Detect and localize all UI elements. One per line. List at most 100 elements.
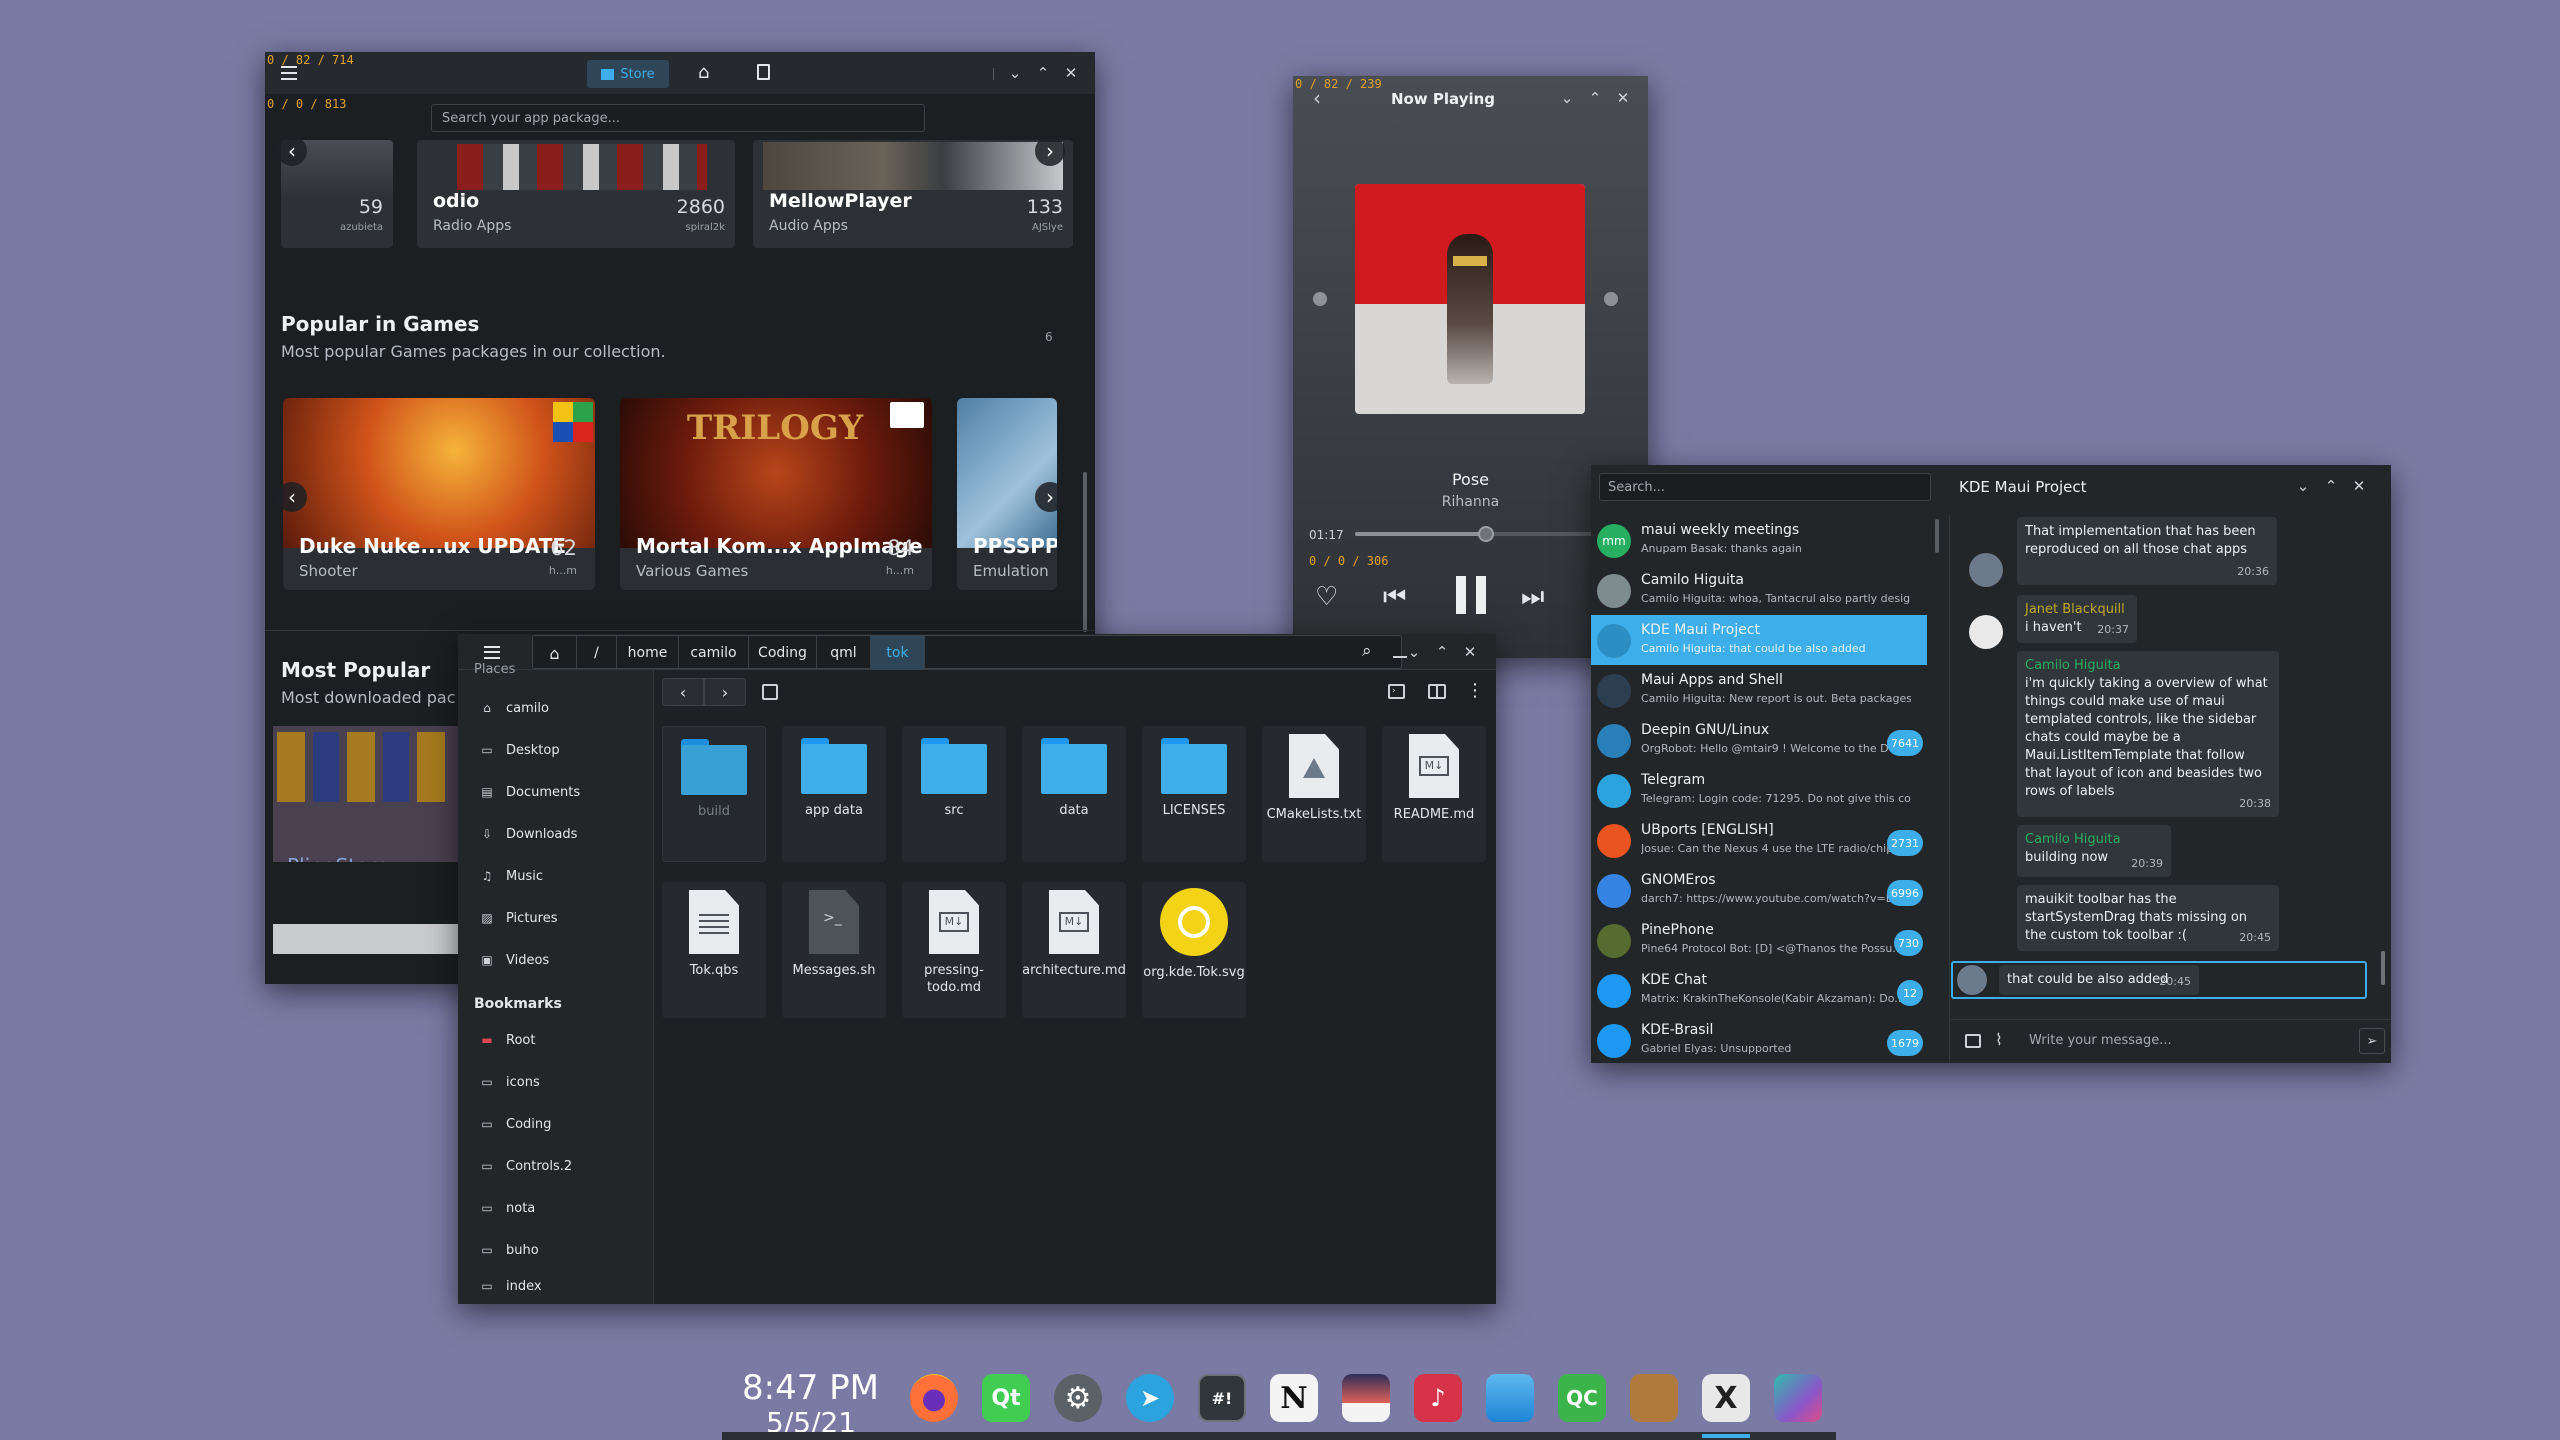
chat-list-item[interactable]: UBports [ENGLISH] Josue: Can the Nexus 4 … <box>1591 815 1927 865</box>
place-music[interactable]: ♫ Music <box>458 858 648 894</box>
chat-list-item[interactable]: KDE Chat Matrix: KrakinTheKonsole(Kabir A… <box>1591 965 1927 1015</box>
place-desktop[interactable]: ▭ Desktop <box>458 732 648 768</box>
view-mode-icon[interactable] <box>762 684 778 700</box>
message-input[interactable]: Write your message... <box>2029 1033 2172 1048</box>
terminal-toggle-icon[interactable]: › <box>1388 684 1405 699</box>
send-icon[interactable]: ➢ <box>2359 1028 2385 1054</box>
close-icon[interactable]: ✕ <box>2351 477 2367 495</box>
app-search-input[interactable]: Search your app package... <box>431 104 925 132</box>
chat-list-item[interactable]: GNOMEros darch7: https://www.youtube.com/… <box>1591 865 1927 915</box>
qt-creator-icon[interactable]: Qt <box>982 1374 1030 1422</box>
chat-list-item-selected[interactable]: KDE Maui Project Camilo Higuita: that cou… <box>1591 615 1927 665</box>
maximize-icon[interactable]: ⌃ <box>2323 477 2339 495</box>
category-card-mellowplayer[interactable]: MellowPlayer Audio Apps 133 AJSlye <box>753 140 1073 248</box>
carousel-dot-right[interactable] <box>1604 292 1618 306</box>
terminal-icon[interactable]: #! <box>1198 1374 1246 1422</box>
fm-search-icon[interactable]: ⌕ <box>1362 641 1372 661</box>
place-pictures[interactable]: ▨ Pictures <box>458 900 648 936</box>
minimize-icon[interactable]: ⌄ <box>2295 477 2311 495</box>
file-item-pressing-todo[interactable]: M↓ pressing-todo.md <box>902 882 1006 1018</box>
place-downloads[interactable]: ⇩ Downloads <box>458 816 648 852</box>
message-bubble[interactable]: Camilo Higuita building now 20:39 <box>2017 825 2171 877</box>
chat-list-item[interactable]: Camilo Higuita Camilo Higuita: whoa, Tant… <box>1591 565 1927 615</box>
bookmark-icons[interactable]: ▭ icons <box>458 1064 648 1100</box>
file-item-architecture[interactable]: M↓ architecture.md <box>1022 882 1126 1018</box>
breadcrumb-coding[interactable]: Coding <box>749 636 817 670</box>
bookmark-nota[interactable]: ▭ nota <box>458 1190 648 1226</box>
file-item-tok-qbs[interactable]: Tok.qbs <box>662 882 766 1018</box>
archive-icon[interactable] <box>1630 1374 1678 1422</box>
split-view-icon[interactable] <box>1428 684 1446 699</box>
breadcrumb-qml[interactable]: qml <box>817 636 871 670</box>
message-bubble[interactable]: Janet Blackquill i haven't 20:37 <box>2017 595 2137 643</box>
chat-search-input[interactable]: Search... <box>1599 473 1931 501</box>
next-track-icon[interactable]: ⏭ <box>1521 582 1544 613</box>
breadcrumb-edit-icon[interactable] <box>1393 644 1407 658</box>
place-documents[interactable]: ▤ Documents <box>458 774 648 810</box>
bookmark-coding[interactable]: ▭ Coding <box>458 1106 648 1142</box>
file-item-data[interactable]: data <box>1022 726 1126 862</box>
carousel-dot-left[interactable] <box>1313 292 1327 306</box>
notion-icon[interactable]: N <box>1270 1374 1318 1422</box>
minimize-icon[interactable]: ⌄ <box>1559 89 1575 107</box>
file-item-licenses[interactable]: LICENSES <box>1142 726 1246 862</box>
seek-handle[interactable] <box>1477 526 1494 542</box>
file-item-cmakelists[interactable]: CMakeLists.txt <box>1262 726 1366 862</box>
chat-list-item[interactable]: Deepin GNU/Linux OrgRobot: Hello @mtair9 … <box>1591 715 1927 765</box>
message-bubble[interactable]: That implementation that has been reprod… <box>2017 517 2277 585</box>
category-card-odio[interactable]: odio Radio Apps 2860 spiral2k <box>417 140 735 248</box>
hamburger-menu-icon[interactable] <box>281 66 297 80</box>
maximize-icon[interactable]: ⌃ <box>1035 64 1051 82</box>
fm-menu-icon[interactable] <box>484 646 500 659</box>
minimize-icon[interactable]: ⌄ <box>1007 64 1023 82</box>
message-bubble[interactable]: Camilo Higuita i'm quickly taking a overv… <box>2017 651 2279 817</box>
bookmark-buho[interactable]: ▭ buho <box>458 1232 648 1268</box>
chat-list-item[interactable]: PinePhone Pine64 Protocol Bot: [D] <@Than… <box>1591 915 1927 965</box>
messages-scrollbar[interactable] <box>2381 951 2385 985</box>
games-next-button[interactable]: › <box>1035 482 1065 512</box>
firefox-icon[interactable] <box>910 1374 958 1422</box>
file-item-tok-svg[interactable]: org.kde.Tok.svg <box>1142 882 1246 1018</box>
file-item-src[interactable]: src <box>902 726 1006 862</box>
nav-forward-button[interactable]: › <box>704 678 746 706</box>
store-scrollbar[interactable] <box>1083 472 1087 632</box>
maximize-icon[interactable]: ⌃ <box>1434 643 1450 661</box>
message-highlighted[interactable]: that could be also added 20:45 <box>1951 961 2367 999</box>
chat-list-item[interactable]: KDE-Brasil Gabriel Elyas: Unsupported 1679 <box>1591 1015 1927 1063</box>
audio-app-icon[interactable]: ♪ <box>1414 1374 1462 1422</box>
chat-list-item[interactable]: mm maui weekly meetings Anupam Basak: than… <box>1591 515 1927 565</box>
more-options-icon[interactable]: ⋮ <box>1466 680 1484 701</box>
chat-list-item[interactable]: Maui Apps and Shell Camilo Higuita: New r… <box>1591 665 1927 715</box>
close-icon[interactable]: ✕ <box>1615 89 1631 107</box>
image-attach-icon[interactable] <box>1965 1034 1981 1048</box>
chat-list-item[interactable]: Telegram Telegram: Login code: 71295. Do … <box>1591 765 1927 815</box>
bookmark-controls[interactable]: ▭ Controls.2 <box>458 1148 648 1184</box>
game-card-duke-nukem[interactable]: Duke Nuke...ux UPDATE Shooter 62 h...m <box>283 398 595 590</box>
games-prev-button[interactable]: ‹ <box>277 482 307 512</box>
telegram-icon[interactable]: ➤ <box>1126 1374 1174 1422</box>
message-bubble[interactable]: mauikit toolbar has the startSystemDrag … <box>2017 885 2279 951</box>
file-manager-icon[interactable] <box>1486 1374 1534 1422</box>
popular-thumbnail[interactable]: PlingStore <box>273 726 459 862</box>
pause-icon[interactable] <box>1451 576 1491 616</box>
minimize-icon[interactable]: ⌄ <box>1406 643 1422 661</box>
breadcrumb-camilo[interactable]: camilo <box>679 636 749 670</box>
document-icon[interactable] <box>757 64 770 80</box>
bookmark-index[interactable]: ▭ index <box>458 1274 648 1298</box>
game-card-mortal-kombat[interactable]: TRILOGY Mortal Kom...x AppImage Various … <box>620 398 932 590</box>
chat-list-scrollbar[interactable] <box>1935 519 1939 553</box>
previous-track-icon[interactable]: ⏮ <box>1383 582 1406 613</box>
carousel-prev-button[interactable]: ‹ <box>277 136 307 166</box>
paperclip-icon[interactable]: ⌇ <box>1995 1030 2003 1049</box>
file-item-messages-sh[interactable]: >_ Messages.sh <box>782 882 886 1018</box>
store-tab[interactable]: Store <box>587 60 669 88</box>
system-settings-icon[interactable]: ⚙ <box>1054 1374 1102 1422</box>
qc-icon[interactable]: QC <box>1558 1374 1606 1422</box>
breadcrumb-root[interactable]: / <box>577 636 617 670</box>
x-app-icon[interactable]: X <box>1702 1374 1750 1422</box>
file-item-app-data[interactable]: app data <box>782 726 886 862</box>
place-videos[interactable]: ▣ Videos <box>458 942 648 978</box>
file-item-readme[interactable]: M↓ README.md <box>1382 726 1486 862</box>
maximize-icon[interactable]: ⌃ <box>1587 89 1603 107</box>
favorite-icon[interactable]: ♡ <box>1315 582 1338 612</box>
